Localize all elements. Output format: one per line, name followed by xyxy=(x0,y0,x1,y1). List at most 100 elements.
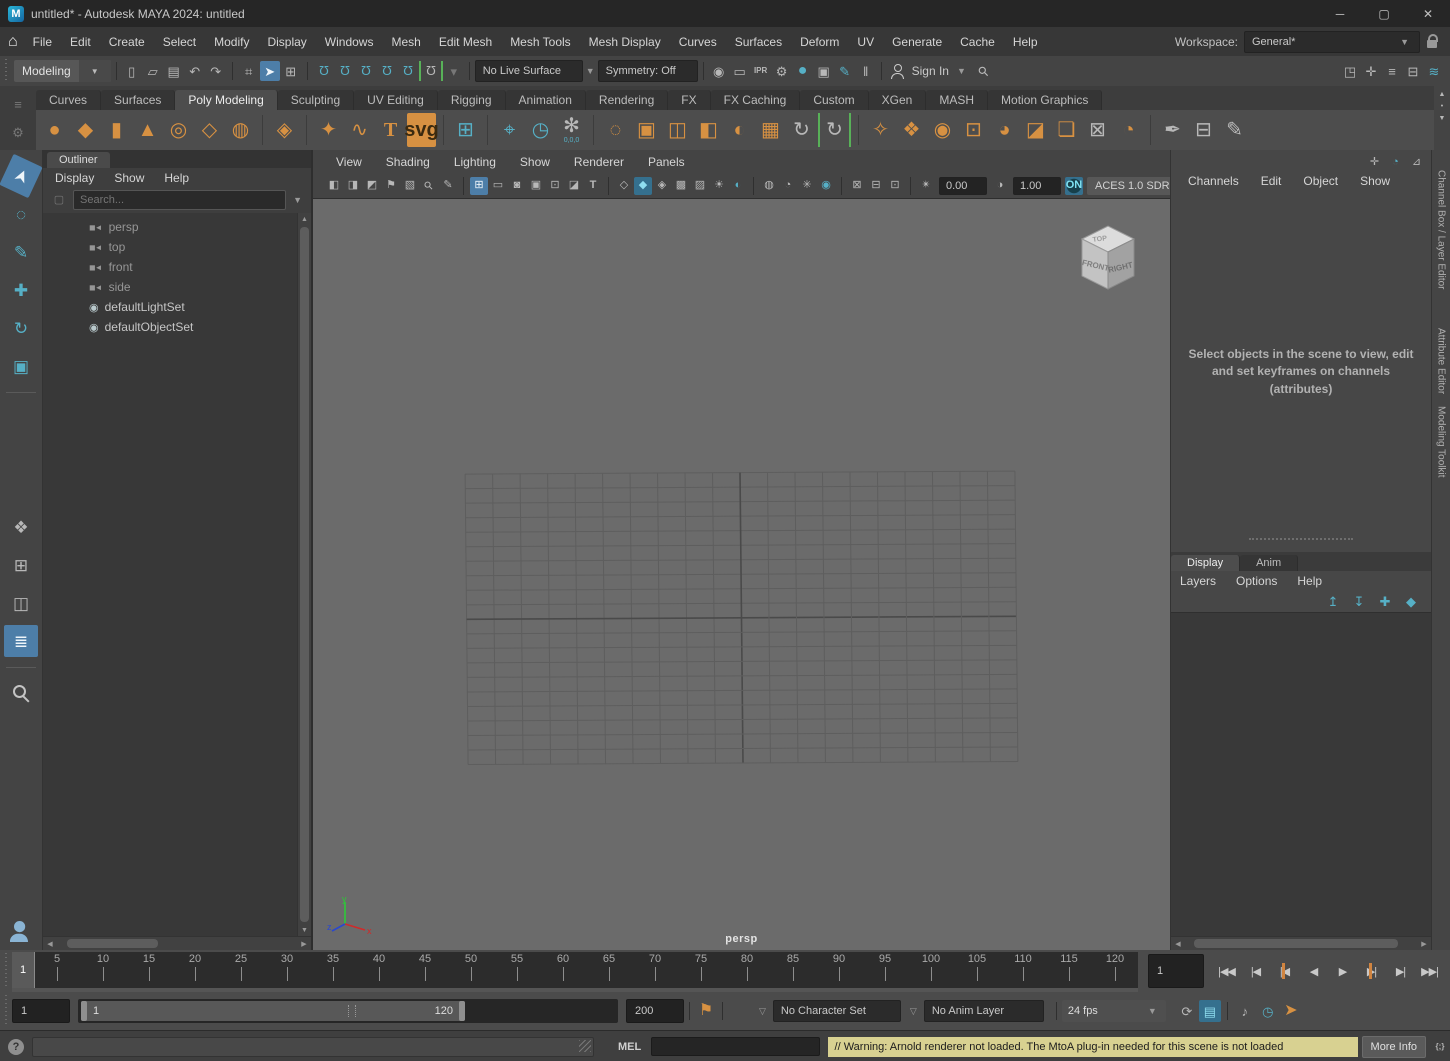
shelf-menu-icon[interactable]: ≡ xyxy=(8,94,28,114)
selection-box-icon[interactable]: ▢ xyxy=(49,190,69,210)
step-forward-frame-button[interactable]: ▶| xyxy=(1388,959,1413,983)
scroll-right-icon[interactable]: ▶ xyxy=(297,940,311,948)
range-slider-track[interactable]: 1 120 xyxy=(78,999,618,1023)
two-pane-layout-icon[interactable]: ◫ xyxy=(4,587,38,619)
clip-editor-icon[interactable]: ▤ xyxy=(1199,1000,1221,1022)
play-backwards-button[interactable]: ◀ xyxy=(1301,959,1326,983)
frame-tick-60[interactable]: 60 xyxy=(540,952,586,988)
menu-uv[interactable]: UV xyxy=(848,35,883,49)
project-curve-icon[interactable]: ◪ xyxy=(1021,113,1050,147)
outliner-vscrollbar[interactable]: ▲ ▼ xyxy=(297,213,311,936)
shelf-tab-motion-graphics[interactable]: Motion Graphics xyxy=(988,90,1102,110)
view-transform-dropdown[interactable]: ACES 1.0 SDR-v xyxy=(1087,177,1170,195)
range-drag-grip[interactable] xyxy=(348,1005,356,1017)
animation-start-field[interactable]: 1 xyxy=(12,999,70,1023)
layer-menu-layers[interactable]: Layers xyxy=(1171,574,1225,588)
snap-to-projected-center-icon[interactable]: Ω xyxy=(377,61,397,81)
menu-help[interactable]: Help xyxy=(1004,35,1047,49)
channelbox-menu-show[interactable]: Show xyxy=(1351,174,1399,188)
fps-dropdown[interactable]: 24 fps▼ xyxy=(1062,1000,1166,1022)
add-bookmark-icon[interactable]: ⚑ xyxy=(695,1000,717,1022)
live-surface-field[interactable]: No Live Surface xyxy=(475,60,583,82)
select-tool-icon[interactable]: ➤ xyxy=(0,154,43,198)
render-settings-icon[interactable]: ⚙ xyxy=(772,61,792,81)
playback-range[interactable]: 1 120 xyxy=(81,1001,465,1021)
insert-edge-loop-icon[interactable]: ⊟ xyxy=(1189,113,1218,147)
make-live-icon[interactable]: Ω xyxy=(419,61,443,81)
new-scene-icon[interactable]: ▯ xyxy=(122,61,142,81)
home-icon[interactable]: ⌂ xyxy=(8,33,18,51)
poly-cylinder-icon[interactable]: ▮ xyxy=(102,113,131,147)
poly-disc-icon[interactable]: ◍ xyxy=(226,113,255,147)
search-filter-caret-icon[interactable]: ▼ xyxy=(293,195,302,205)
reset-transform-icon[interactable]: ◷ xyxy=(526,113,555,147)
combine-icon[interactable]: ▣ xyxy=(632,113,661,147)
outliner-search-input[interactable] xyxy=(73,190,286,210)
field-chart-icon[interactable]: ⊡ xyxy=(546,177,564,195)
audio-icon[interactable]: ♪ xyxy=(1234,1000,1256,1022)
gate-mask-icon[interactable]: ▣ xyxy=(527,177,545,195)
channelbox-menu-object[interactable]: Object xyxy=(1294,174,1347,188)
render-view-icon[interactable]: ◉ xyxy=(709,61,729,81)
single-pane-layout-icon[interactable]: ❖ xyxy=(4,511,38,543)
isolate-add-icon[interactable]: ⊟ xyxy=(867,177,885,195)
exposure-icon[interactable]: ✴ xyxy=(917,177,935,195)
panel-layout-icon[interactable]: ⊟ xyxy=(1403,61,1423,81)
mirror-icon[interactable]: ◧ xyxy=(694,113,723,147)
type-tool-icon[interactable]: T xyxy=(376,113,405,147)
maximize-button[interactable]: ▢ xyxy=(1362,0,1406,27)
wireframe-on-shaded-icon[interactable]: ◈ xyxy=(653,177,671,195)
outliner-item-side[interactable]: ◼◄side xyxy=(43,277,297,297)
shelf-scroll-down-icon[interactable]: ▼ xyxy=(1436,113,1448,123)
motion-blur-icon[interactable]: ◔ xyxy=(779,177,797,195)
statusline-grip[interactable] xyxy=(2,59,10,83)
boolean-icon[interactable]: ◌ xyxy=(601,113,630,147)
duplicate-face-icon[interactable]: ❏ xyxy=(1052,113,1081,147)
extrude-icon[interactable]: ✧ xyxy=(866,113,895,147)
panel-menu-lighting[interactable]: Lighting xyxy=(445,155,505,169)
command-language-label[interactable]: MEL xyxy=(618,1041,641,1053)
shelf-tab-rigging[interactable]: Rigging xyxy=(438,90,506,110)
menu-display[interactable]: Display xyxy=(258,35,315,49)
menu-mesh[interactable]: Mesh xyxy=(382,35,429,49)
lasso-tool-icon[interactable]: ◌ xyxy=(4,198,38,230)
menu-mesh-display[interactable]: Mesh Display xyxy=(580,35,670,49)
menu-deform[interactable]: Deform xyxy=(791,35,848,49)
gamma-field[interactable]: 1.00 xyxy=(1013,177,1061,195)
symmetry-field[interactable]: Symmetry: Off xyxy=(598,60,698,82)
step-back-frame-button[interactable]: |◀ xyxy=(1243,959,1268,983)
frame-tick-100[interactable]: 100 xyxy=(908,952,954,988)
layer-move-down-icon[interactable]: ↧ xyxy=(1349,591,1369,611)
smooth-icon[interactable]: ◐ xyxy=(725,113,754,147)
frame-tick-20[interactable]: 20 xyxy=(172,952,218,988)
timeslider-grip[interactable] xyxy=(2,953,10,989)
frame-tick-90[interactable]: 90 xyxy=(816,952,862,988)
svg-tool-icon[interactable]: svg xyxy=(407,113,436,147)
scrollbar-thumb[interactable] xyxy=(1194,939,1398,948)
gamma-icon[interactable]: ◑ xyxy=(991,177,1009,195)
isolate-select-icon[interactable]: ⊠ xyxy=(848,177,866,195)
render-current-frame-icon[interactable]: ● xyxy=(793,61,813,81)
snap-to-grid-icon[interactable]: Ω xyxy=(314,61,334,81)
ipr-render-icon[interactable]: IPR xyxy=(751,61,771,81)
panel-tab-attribute-editor[interactable]: Attribute Editor xyxy=(1436,324,1447,398)
anim-layer-caret-icon[interactable]: ▽ xyxy=(910,1006,917,1017)
viewport-canvas[interactable]: TOP FRONT RIGHT y x z persp xyxy=(313,199,1170,950)
snap-options-caret-icon[interactable]: ▾ xyxy=(444,61,464,81)
snap-to-point-icon[interactable]: Ω xyxy=(356,61,376,81)
scroll-down-icon[interactable]: ▼ xyxy=(301,924,308,936)
frame-tick-35[interactable]: 35 xyxy=(310,952,356,988)
paint-effects-icon[interactable]: ✎ xyxy=(835,61,855,81)
save-scene-icon[interactable]: ▤ xyxy=(164,61,184,81)
shelf-tab-animation[interactable]: Animation xyxy=(506,90,586,110)
sign-in-button[interactable]: Sign In ▼ xyxy=(891,64,969,79)
outliner-item-top[interactable]: ◼◄top xyxy=(43,237,297,257)
layer-menu-help[interactable]: Help xyxy=(1288,574,1331,588)
more-info-button[interactable]: More Info xyxy=(1362,1036,1426,1058)
paint-selection-tool-icon[interactable]: ✎ xyxy=(4,236,38,268)
frame-tick-15[interactable]: 15 xyxy=(126,952,172,988)
textured-icon[interactable]: ▩ xyxy=(672,177,690,195)
scrollbar-thumb[interactable] xyxy=(67,939,158,948)
render-frame-icon[interactable]: ▭ xyxy=(730,61,750,81)
multi-cut-icon[interactable]: ✒ xyxy=(1158,113,1187,147)
